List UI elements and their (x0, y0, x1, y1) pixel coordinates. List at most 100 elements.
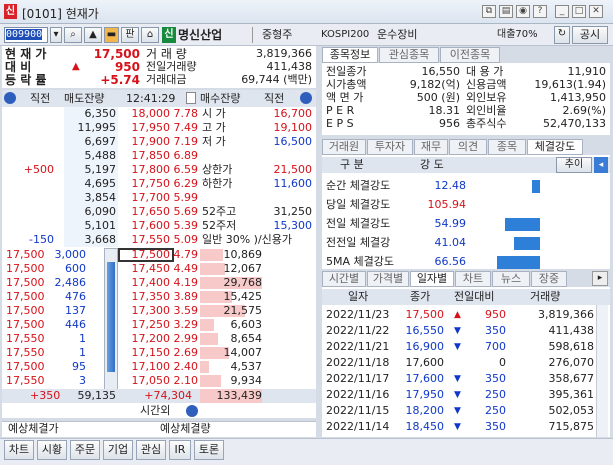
swap-icon[interactable] (4, 92, 16, 104)
tab-chart[interactable]: 차트 (455, 271, 491, 287)
folder-icon[interactable]: ▬ (104, 27, 119, 43)
bid-price[interactable]: 17,100 (120, 360, 171, 374)
down-arrow-icon: ▼ (454, 390, 461, 400)
ask-col-header: 매도잔량 (64, 92, 105, 105)
ask-quantity[interactable]: 6,697 (64, 135, 117, 149)
bottom-button-market[interactable]: 시황 (37, 440, 67, 460)
time-toggle-icon[interactable] (186, 92, 196, 104)
bid-trade-qty: 600 (65, 262, 86, 275)
tab-finance[interactable]: 재무 (414, 139, 448, 155)
bottom-button-ir[interactable]: IR (169, 440, 191, 460)
ask-quantity[interactable]: 5,197 (64, 163, 117, 177)
bid-quantity[interactable]: 4,537 (200, 360, 263, 374)
down-arrow-icon: ▼ (454, 422, 461, 432)
ask-quantity[interactable]: 6,090 (64, 205, 117, 219)
tab-prev-stock[interactable]: 이전종목 (440, 47, 500, 63)
bottom-button-order[interactable]: 주문 (70, 440, 100, 460)
tab-strength[interactable]: 체결강도 (527, 139, 583, 155)
ask-quantity[interactable]: 6,350 (64, 107, 117, 121)
pan-button[interactable]: 판 (121, 27, 139, 43)
bid-price[interactable]: 17,050 (120, 374, 171, 388)
ask-quantity[interactable]: 4,695 (64, 177, 117, 191)
bid-trade-price: 17,550 (6, 346, 45, 359)
info-label: 대 용 가 (466, 65, 504, 78)
ask-price[interactable]: 17,900 (120, 135, 171, 149)
ask-quantity[interactable]: 3,854 (64, 191, 117, 205)
bid-quantity[interactable]: 21,575 (200, 304, 263, 318)
tab-watchlist[interactable]: 관심종목 (379, 47, 439, 63)
ask-price[interactable]: 17,550 (120, 233, 171, 247)
trend-button[interactable]: 추이 (556, 157, 592, 173)
circle-icon[interactable]: ⌂ (141, 27, 159, 43)
ask-price[interactable]: 17,750 (120, 177, 171, 191)
bid-quantity[interactable]: 10,869 (200, 248, 263, 262)
maximize-icon[interactable]: □ (572, 5, 586, 18)
disclosure-button[interactable]: 공시 (572, 26, 608, 44)
ask-price[interactable]: 18,000 (120, 107, 171, 121)
bid-price[interactable]: 17,350 (120, 290, 171, 304)
bid-percent: 3.59 (173, 304, 199, 317)
volume-value: 3,819,366 (256, 47, 312, 60)
ask-quantity[interactable]: 5,488 (64, 149, 117, 163)
bottom-button-chart[interactable]: 차트 (4, 440, 34, 460)
ask-price[interactable]: 17,700 (120, 191, 171, 205)
bid-price[interactable]: 17,300 (120, 304, 171, 318)
image-icon[interactable]: ▤ (499, 5, 513, 18)
tab-broker[interactable]: 거래원 (322, 139, 366, 155)
link-icon[interactable]: ⧉ (482, 5, 496, 18)
bid-quantity[interactable]: 9,934 (200, 374, 263, 388)
ask-quantity[interactable]: 3,668 (64, 233, 117, 247)
ask-price[interactable]: 17,850 (120, 149, 171, 163)
bid-quantity[interactable]: 14,007 (200, 346, 263, 360)
tab-price[interactable]: 가격별 (367, 271, 409, 287)
bid-quantity[interactable]: 15,425 (200, 290, 263, 304)
strength-col-category: 구 분 (340, 158, 364, 171)
bid-quantity[interactable]: 6,603 (200, 318, 263, 332)
after-hours-icon[interactable] (186, 405, 198, 417)
scroll-thumb[interactable] (107, 262, 115, 372)
bid-price[interactable]: 17,250 (120, 318, 171, 332)
expected-price-label: 예상체결가 (8, 422, 59, 435)
bid-price[interactable]: 17,400 (120, 276, 171, 290)
ask-percent: 6.89 (173, 149, 199, 162)
code-dropdown-icon[interactable]: ▾ (50, 27, 62, 43)
up-icon[interactable]: ▲ (84, 27, 102, 43)
bid-quantity[interactable]: 8,654 (200, 332, 263, 346)
ask-prev-change: -150 (29, 233, 54, 246)
ask-price[interactable]: 17,950 (120, 121, 171, 135)
close-icon[interactable]: ✕ (589, 5, 603, 18)
camera-icon[interactable]: ◉ (516, 5, 530, 18)
daily-close: 16,550 (405, 324, 445, 337)
ask-quantity[interactable]: 5,101 (64, 219, 117, 233)
bid-quantity[interactable]: 12,067 (200, 262, 263, 276)
minimize-icon[interactable]: _ (555, 5, 569, 18)
trend-toggle-icon[interactable]: ◂ (594, 157, 608, 173)
bottom-button-discuss[interactable]: 토론 (194, 440, 224, 460)
bid-quantity[interactable]: 29,768 (200, 276, 263, 290)
stock-code-input[interactable]: 009900 (4, 27, 48, 43)
ask-price[interactable]: 17,800 (120, 163, 171, 177)
tab-intraday[interactable]: 장중 (531, 271, 567, 287)
tab-time[interactable]: 시간별 (322, 271, 366, 287)
tab-investor[interactable]: 투자자 (367, 139, 413, 155)
swap-icon-2[interactable] (300, 92, 312, 104)
tabs-scroll-icon[interactable]: ▸ (592, 271, 608, 286)
strength-label: 전일 체결강도 (326, 217, 391, 230)
tab-daily[interactable]: 일자별 (410, 271, 454, 287)
ask-price[interactable]: 17,650 (120, 205, 171, 219)
bid-price[interactable]: 17,150 (120, 346, 171, 360)
tab-news[interactable]: 뉴스 (492, 271, 530, 287)
bid-price[interactable]: 17,450 (120, 262, 171, 276)
bottom-button-watch[interactable]: 관심 (136, 440, 166, 460)
tab-stock[interactable]: 종목 (488, 139, 526, 155)
search-icon[interactable]: ⌕ (64, 27, 82, 43)
tab-stock-info[interactable]: 종목정보 (322, 47, 378, 63)
refresh-icon[interactable]: ↻ (554, 26, 570, 44)
daily-scrollbar[interactable] (596, 305, 608, 437)
bottom-button-company[interactable]: 기업 (103, 440, 133, 460)
bid-price[interactable]: 17,200 (120, 332, 171, 346)
help-icon[interactable]: ? (533, 5, 547, 18)
ask-price[interactable]: 17,600 (120, 219, 171, 233)
tab-opinion[interactable]: 의견 (449, 139, 487, 155)
ask-quantity[interactable]: 11,995 (64, 121, 117, 135)
